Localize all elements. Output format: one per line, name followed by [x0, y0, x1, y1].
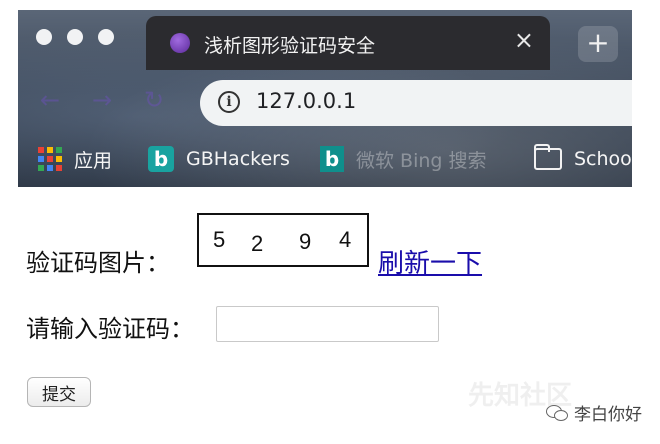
gbhackers-icon: b	[148, 146, 174, 172]
apps-grid-icon	[38, 147, 62, 171]
captcha-digit: 4	[339, 227, 352, 252]
browser-toolbar: ← → ↻ i 127.0.0.1	[18, 70, 632, 132]
bookmark-label: Schoo	[574, 148, 632, 170]
bookmark-gbhackers[interactable]: b GBHackers	[148, 144, 290, 174]
bookmark-label: 微软 Bing 搜索	[356, 149, 487, 172]
forward-icon[interactable]: →	[92, 86, 112, 114]
captcha-digit: 9	[299, 229, 312, 254]
wechat-attribution: 李白你好	[546, 400, 642, 425]
wechat-account-name: 李白你好	[574, 405, 642, 425]
captcha-image: 5 2 9 4	[197, 213, 369, 267]
refresh-captcha-link[interactable]: 刷新一下	[378, 243, 482, 280]
folder-icon	[534, 144, 562, 170]
new-tab-button[interactable]: +	[578, 26, 618, 62]
site-info-icon[interactable]: i	[218, 91, 240, 113]
bookmark-label: 应用	[74, 149, 113, 172]
captcha-code-input[interactable]	[216, 306, 439, 342]
minimize-window-button[interactable]	[67, 29, 83, 45]
bing-icon: b	[320, 146, 344, 172]
captcha-input-label: 请输入验证码：	[26, 315, 194, 343]
tab-title: 浅析图形验证码安全	[204, 35, 376, 57]
close-tab-icon[interactable]: ×	[514, 28, 534, 52]
wechat-icon	[546, 404, 568, 422]
tab-active[interactable]: 浅析图形验证码安全 ×	[146, 16, 550, 70]
close-window-button[interactable]	[36, 29, 52, 45]
bookmark-folder-schoo[interactable]: Schoo	[534, 144, 632, 174]
bookmark-label: GBHackers	[186, 148, 290, 170]
url-text[interactable]: 127.0.0.1	[256, 89, 356, 113]
back-icon[interactable]: ←	[40, 86, 60, 114]
captcha-image-label: 验证码图片：	[26, 249, 170, 277]
bookmarks-bar: 应用 b GBHackers b 微软 Bing 搜索 Schoo	[18, 132, 632, 187]
address-bar[interactable]: i 127.0.0.1	[200, 80, 632, 126]
submit-button[interactable]: 提交	[27, 377, 91, 407]
reload-icon[interactable]: ↻	[144, 86, 164, 114]
site-favicon-icon	[170, 33, 190, 53]
title-bar: 浅析图形验证码安全 × +	[18, 10, 632, 70]
zoom-window-button[interactable]	[98, 29, 114, 45]
bookmark-bing[interactable]: b 微软 Bing 搜索	[320, 144, 487, 174]
captcha-digit: 5	[213, 227, 226, 252]
browser-window: 浅析图形验证码安全 × + ← → ↻ i 127.0.0.1 应用 b GBH…	[18, 10, 632, 187]
captcha-digit: 2	[251, 231, 264, 256]
bookmark-apps[interactable]: 应用	[38, 144, 112, 174]
